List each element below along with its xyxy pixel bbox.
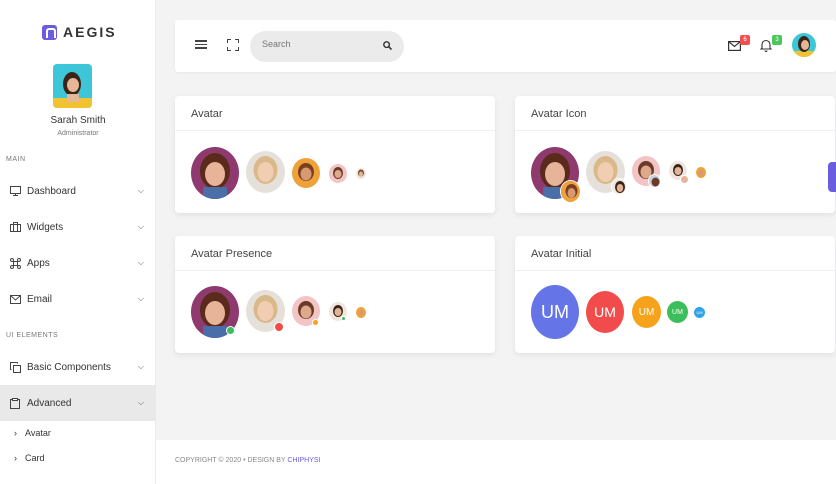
search-input[interactable]: [262, 39, 372, 49]
sidebar: AEGIS Sarah Smith Administrator MAIN Das…: [0, 0, 156, 484]
user-avatar[interactable]: [792, 33, 816, 57]
chevron-down-icon: ⌵: [137, 186, 144, 195]
chevron-down-icon: ⌵: [137, 398, 144, 407]
sidebar-item-label: Dashboard: [27, 185, 76, 197]
profile-name: Sarah Smith: [50, 115, 106, 126]
presence-online-indicator: [341, 316, 346, 321]
presence-away-indicator: [312, 319, 319, 326]
mail-icon: [9, 293, 21, 305]
sidebar-item-label: Email: [27, 293, 53, 305]
footer-text: COPYRIGHT © 2020 • DESIGN BY CHIPHYSI: [175, 457, 320, 464]
card-avatar-icon: Avatar Icon: [515, 96, 835, 213]
sidebar-item-label: Basic Components: [27, 361, 111, 373]
card-title: Avatar: [191, 108, 223, 120]
profile-role: Administrator: [57, 130, 99, 137]
sidebar-item-widgets[interactable]: Widgets ⌵: [0, 209, 156, 245]
brand-logo[interactable]: AEGIS: [42, 24, 117, 40]
top-header: 6 3: [175, 20, 836, 72]
sidebar-item-label: Apps: [27, 257, 50, 269]
chevron-down-icon: ⌵: [137, 258, 144, 267]
footer-design-by: DESIGN BY: [247, 457, 286, 464]
chevron-right-icon: ›: [14, 428, 17, 438]
avatar-xs[interactable]: [356, 307, 366, 318]
avatar-icon-overlay: [680, 175, 689, 184]
chevron-down-icon: ⌵: [137, 222, 144, 231]
footer-designer-link[interactable]: CHIPHYSI: [287, 457, 320, 464]
sidebar-subitem-label: Avatar: [25, 428, 51, 438]
command-icon: [9, 257, 21, 269]
card-title: Avatar Initial: [531, 248, 592, 260]
sidebar-subitem-avatar[interactable]: › Avatar: [14, 428, 51, 438]
presence-busy-indicator: [274, 322, 284, 332]
settings-panel-toggle[interactable]: [828, 162, 836, 192]
footer-separator: •: [243, 457, 246, 464]
notification-count-badge: 3: [772, 35, 782, 45]
avatar-initial-sm[interactable]: UM: [667, 301, 688, 323]
mail-count-badge: 6: [740, 35, 750, 45]
avatar-md[interactable]: [292, 158, 320, 188]
avatar-initial-lg[interactable]: UM: [586, 291, 624, 333]
clipboard-icon: [9, 397, 21, 409]
sidebar-subitem-label: Card: [25, 453, 45, 463]
profile-avatar[interactable]: [53, 64, 92, 108]
copy-icon: [9, 361, 21, 373]
card-avatar-presence: Avatar Presence: [175, 236, 495, 353]
sidebar-item-advanced[interactable]: Advanced ⌵: [0, 385, 156, 421]
chevron-down-icon: ⌵: [137, 294, 144, 303]
chevron-right-icon: ›: [14, 453, 17, 463]
sidebar-item-dashboard[interactable]: Dashboard ⌵: [0, 173, 156, 209]
avatar-xl[interactable]: [191, 147, 239, 199]
bell-icon[interactable]: [760, 39, 772, 52]
monitor-icon: [9, 185, 21, 197]
menu-icon[interactable]: [195, 40, 207, 50]
briefcase-icon: [9, 221, 21, 233]
avatar-icon-overlay: [560, 180, 581, 203]
presence-online-indicator: [226, 326, 235, 335]
avatar-xs[interactable]: [356, 168, 366, 179]
avatar-initial-xs[interactable]: UM: [694, 307, 705, 318]
brand-name: AEGIS: [63, 24, 117, 40]
logo-icon: [42, 24, 57, 40]
fullscreen-icon[interactable]: [227, 39, 239, 51]
sidebar-item-label: Widgets: [27, 221, 64, 233]
card-avatar-initial: Avatar Initial UM UM UM UM UM: [515, 236, 835, 353]
sidebar-subitem-card[interactable]: › Card: [14, 453, 45, 463]
avatar-lg[interactable]: [246, 151, 285, 193]
avatar-xs[interactable]: [696, 167, 706, 178]
sidebar-item-basic-components[interactable]: Basic Components ⌵: [0, 349, 156, 385]
search-icon[interactable]: [383, 41, 392, 50]
avatar-initial-xl[interactable]: UM: [531, 285, 579, 339]
search-box: [250, 31, 404, 62]
sidebar-item-email[interactable]: Email ⌵: [0, 281, 156, 317]
sidebar-item-label: Advanced: [27, 397, 72, 409]
avatar-icon-overlay: [611, 178, 627, 195]
chevron-down-icon: ⌵: [137, 362, 144, 371]
avatar-icon-overlay: [648, 174, 661, 188]
avatar-sm[interactable]: [329, 164, 347, 183]
footer: COPYRIGHT © 2020 • DESIGN BY CHIPHYSI: [156, 440, 836, 484]
section-label-main: MAIN: [6, 156, 26, 163]
card-title: Avatar Icon: [531, 108, 587, 120]
footer-copyright: COPYRIGHT © 2020: [175, 457, 242, 464]
card-avatar: Avatar: [175, 96, 495, 213]
card-title: Avatar Presence: [191, 248, 273, 260]
sidebar-item-apps[interactable]: Apps ⌵: [0, 245, 156, 281]
section-label-ui-elements: UI ELEMENTS: [6, 332, 59, 339]
avatar-initial-md[interactable]: UM: [632, 296, 661, 328]
